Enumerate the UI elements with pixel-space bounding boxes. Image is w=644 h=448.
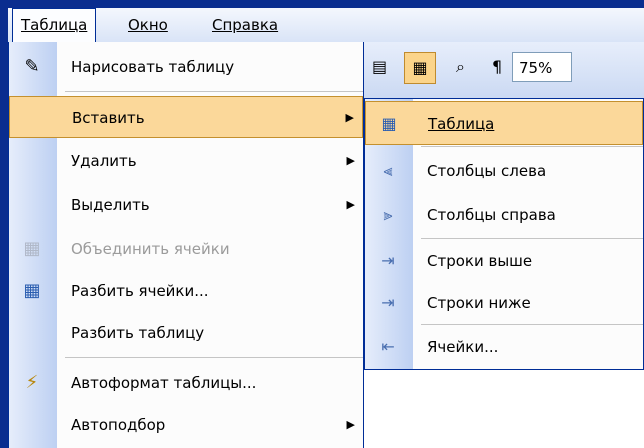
menu-item-label: Автоформат таблицы...	[71, 374, 257, 392]
menu-item-label: Разбить таблицу	[71, 324, 205, 342]
columns-icon[interactable]: ▤	[372, 52, 387, 82]
rows-above-icon: ⇥	[381, 251, 395, 270]
submenu-arrow-icon: ▶	[346, 154, 355, 167]
menu-item-label: Нарисовать таблицу	[71, 58, 235, 76]
zoom-select[interactable]: 75%	[512, 52, 572, 82]
pilcrow-label: ¶	[492, 57, 503, 76]
cells-icon: ⇤	[381, 337, 395, 356]
menu-table-label: Таблица	[21, 16, 88, 34]
menu-item-label: Удалить	[71, 152, 137, 170]
submenu-item-rows-above[interactable]: ⇥ Строки выше	[365, 239, 643, 283]
menu-item-split-table[interactable]: Разбить таблицу	[9, 312, 363, 354]
submenu-arrow-icon: ▶	[345, 111, 354, 124]
menu-window-label: Окно	[128, 16, 168, 34]
menu-separator	[65, 357, 363, 358]
toolbar: ▤ ▦ ⌕ ¶ 75%	[360, 42, 644, 104]
submenu-item-cells[interactable]: ⇤ Ячейки...	[365, 325, 643, 369]
menu-item-draw-table[interactable]: ✎ Нарисовать таблицу	[9, 46, 363, 88]
menu-item-select[interactable]: Выделить ▶	[9, 184, 363, 226]
menu-item-label: Вставить	[72, 109, 145, 127]
tables-borders-icon[interactable]: ▦	[404, 52, 436, 84]
submenu-item-label: Строки выше	[427, 252, 533, 270]
menu-item-table-autoformat[interactable]: ⚡ Автоформат таблицы...	[9, 362, 363, 404]
menu-help[interactable]: Справка	[204, 8, 286, 42]
submenu-item-table[interactable]: ▦ Таблица	[365, 101, 643, 145]
show-formatting-icon[interactable]: ¶	[492, 52, 502, 82]
menu-item-label: Разбить ячейки...	[71, 282, 209, 300]
columns-left-icon: ⫷	[383, 161, 393, 180]
columns-right-icon: ⫸	[383, 205, 393, 224]
submenu-item-columns-right[interactable]: ⫸ Столбцы справа	[365, 193, 643, 237]
menu-window[interactable]: Окно	[120, 8, 176, 42]
submenu-item-label: Столбцы справа	[427, 206, 556, 224]
submenu-item-rows-below[interactable]: ⇥ Строки ниже	[365, 281, 643, 325]
insert-submenu: ▦ Таблица ⫷ Столбцы слева ⫸ Столбцы спра…	[364, 98, 644, 370]
menu-item-insert[interactable]: Вставить ▶	[9, 96, 363, 138]
submenu-item-label: Ячейки...	[427, 338, 499, 356]
draw-table-icon: ✎	[24, 56, 40, 77]
insert-table-icon: ▦	[381, 114, 397, 133]
submenu-separator	[421, 146, 643, 147]
rows-below-icon: ⇥	[381, 293, 395, 312]
zoom-value: 75%	[519, 59, 553, 77]
submenu-item-columns-left[interactable]: ⫷ Столбцы слева	[365, 149, 643, 193]
menu-separator	[65, 91, 363, 92]
submenu-item-label: Строки ниже	[427, 294, 531, 312]
menu-item-autofit[interactable]: Автоподбор ▶	[9, 404, 363, 446]
menu-item-merge-cells[interactable]: ▦ Объединить ячейки	[9, 228, 363, 270]
menu-table[interactable]: Таблица	[12, 8, 97, 42]
menu-help-label: Справка	[212, 16, 279, 34]
table-menu: ✎ Нарисовать таблицу Вставить ▶ Удалить …	[8, 42, 364, 448]
document-map-icon[interactable]: ⌕	[456, 52, 465, 82]
menu-item-split-cells[interactable]: ▦ Разбить ячейки...	[9, 270, 363, 312]
split-cells-icon: ▦	[23, 280, 41, 301]
menu-bar: Таблица Окно Справка	[8, 8, 644, 43]
submenu-item-label: Столбцы слева	[427, 162, 547, 180]
menu-item-label: Выделить	[71, 196, 150, 214]
merge-cells-icon: ▦	[23, 238, 41, 259]
menu-item-delete[interactable]: Удалить ▶	[9, 140, 363, 182]
table-autoformat-icon: ⚡	[25, 372, 39, 393]
submenu-item-label: Таблица	[428, 115, 495, 133]
menu-item-label: Объединить ячейки	[71, 240, 230, 258]
submenu-arrow-icon: ▶	[346, 418, 355, 431]
submenu-arrow-icon: ▶	[346, 198, 355, 211]
menu-item-label: Автоподбор	[71, 416, 166, 434]
